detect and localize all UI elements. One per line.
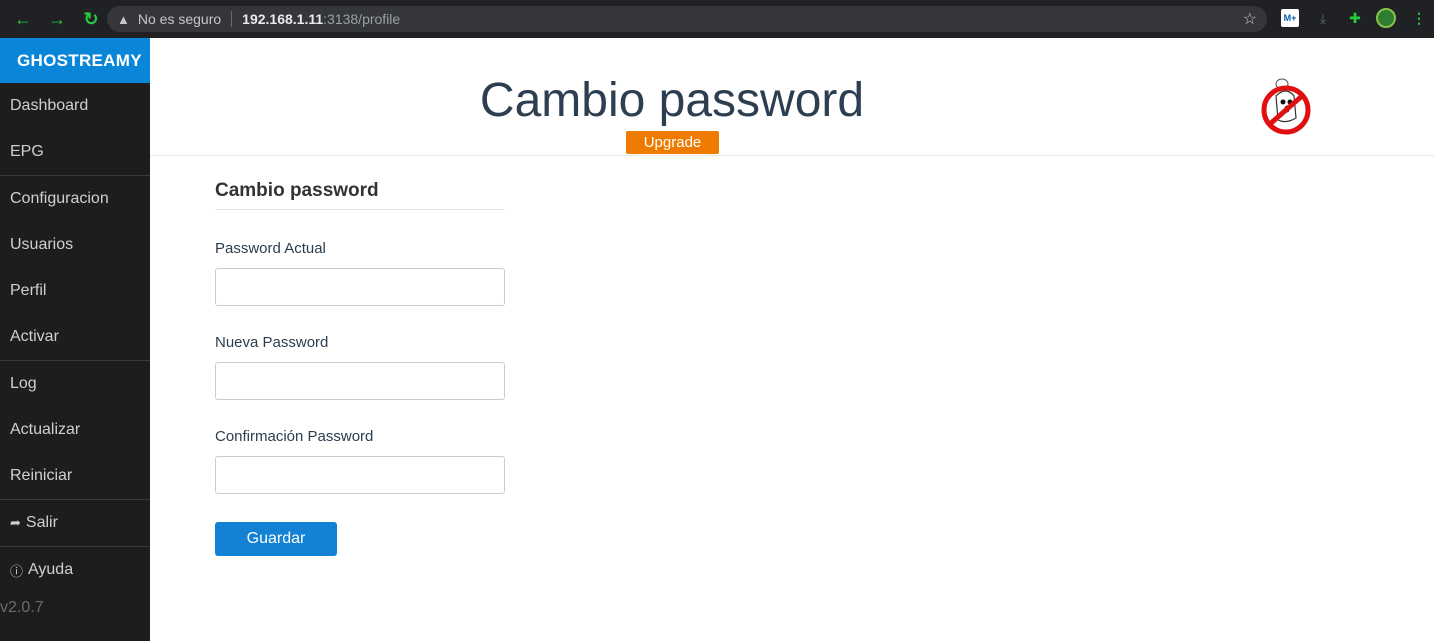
warning-icon[interactable]: ▲ [117, 12, 130, 27]
sidebar-item-configuracion[interactable]: Configuracion [0, 176, 150, 222]
browser-toolbar: ← → ↻ ▲ No es seguro 192.168.1.11 :3138/… [0, 0, 1434, 38]
bookmark-star-icon[interactable]: ☆ [1243, 9, 1257, 29]
sidebar-item-log[interactable]: Log [0, 361, 150, 407]
upgrade-badge[interactable]: Upgrade [626, 131, 719, 154]
sidebar-item-perfil[interactable]: Perfil [0, 268, 150, 314]
ghostbusters-logo-icon [1261, 78, 1311, 135]
confirm-password-label: Confirmación Password [215, 428, 374, 445]
sidebar-item-label: Salir [25, 514, 58, 531]
sidebar-item-salir[interactable]: ➦ Salir [0, 500, 150, 546]
sidebar: GHOSTREAMY Dashboard EPG Configuracion U… [0, 38, 150, 641]
change-password-form: Cambio password Password Actual Nueva Pa… [215, 178, 505, 556]
confirm-password-input[interactable] [215, 456, 505, 494]
sidebar-item-dashboard[interactable]: Dashboard [0, 83, 150, 129]
save-button[interactable]: Guardar [215, 522, 337, 556]
sidebar-item-label: Ayuda [28, 561, 74, 578]
sidebar-item-actualizar[interactable]: Actualizar [0, 407, 150, 453]
current-password-label: Password Actual [215, 240, 326, 257]
movistar-extension-icon[interactable]: M+ [1281, 9, 1299, 27]
forward-icon[interactable]: → [46, 8, 68, 30]
new-password-input[interactable] [215, 362, 505, 400]
main-content: Cambio password Upgrade Cambio password … [150, 38, 1434, 641]
page-title: Cambio password [479, 74, 865, 127]
url-path: :3138/profile [323, 11, 401, 27]
extensions-puzzle-icon[interactable]: ✚ [1346, 9, 1364, 27]
brand-logo[interactable]: GHOSTREAMY [0, 38, 150, 83]
browser-nav: ← → ↻ [12, 0, 114, 38]
form-title: Cambio password [215, 178, 505, 210]
page-header: Cambio password Upgrade [150, 38, 1434, 156]
sidebar-item-ayuda[interactable]: ⓘ Ayuda [0, 547, 150, 593]
omnibox-divider [231, 11, 233, 27]
back-icon[interactable]: ← [12, 8, 34, 30]
reload-icon[interactable]: ↻ [80, 8, 102, 30]
new-password-label: Nueva Password [215, 334, 329, 351]
download-icon[interactable]: ⤓ [1314, 9, 1332, 27]
app-version: v2.0.7 [0, 599, 44, 616]
sign-out-icon: ➦ [10, 515, 21, 530]
url-host: 192.168.1.11 [242, 11, 324, 27]
info-circle-icon: ⓘ [10, 563, 24, 579]
sidebar-item-usuarios[interactable]: Usuarios [0, 222, 150, 268]
address-bar[interactable]: ▲ No es seguro 192.168.1.11 :3138/profil… [107, 6, 1267, 32]
security-label[interactable]: No es seguro [138, 11, 221, 27]
browser-menu-icon[interactable]: ⋮ [1410, 9, 1428, 27]
sidebar-item-activar[interactable]: Activar [0, 314, 150, 360]
sidebar-item-reiniciar[interactable]: Reiniciar [0, 453, 150, 499]
current-password-input[interactable] [215, 268, 505, 306]
profile-avatar-icon[interactable] [1376, 8, 1396, 28]
sidebar-item-epg[interactable]: EPG [0, 129, 150, 175]
